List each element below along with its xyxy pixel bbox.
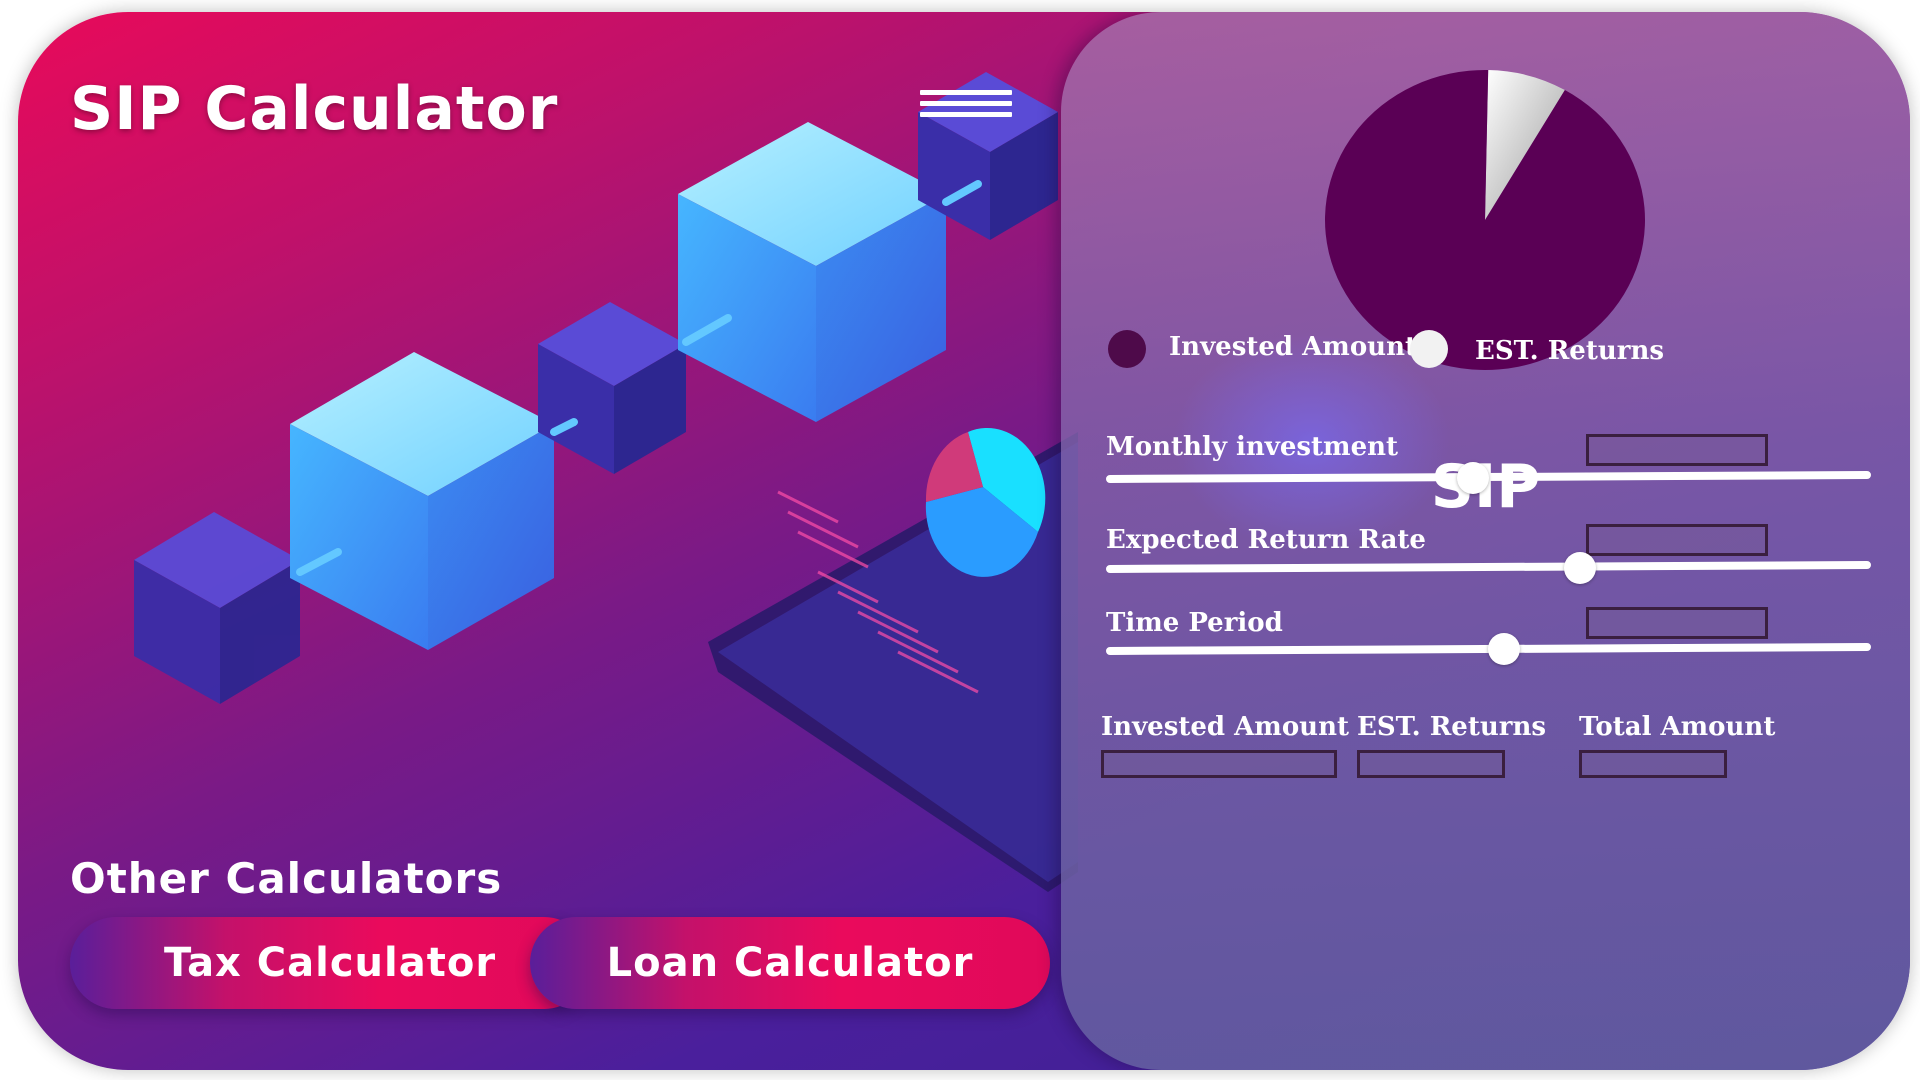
pie-slice-invested-amount [1325, 70, 1645, 371]
loan-calculator-button[interactable]: Loan Calculator [530, 917, 1050, 1009]
app-title: SIP Calculator [70, 74, 559, 144]
blockchain-illustration [134, 72, 1078, 892]
monthly-investment-label: Monthly investment [1106, 432, 1399, 462]
menu-line [920, 112, 1012, 117]
returns-legend-dot [1410, 330, 1448, 368]
time-period-label: Time Period [1106, 608, 1283, 638]
hamburger-menu-icon[interactable] [920, 90, 1012, 130]
sip-pie-chart [1325, 70, 1645, 371]
tax-calculator-button[interactable]: Tax Calculator [70, 917, 590, 1009]
summary-invested-field [1101, 750, 1337, 778]
time-period-field[interactable] [1586, 607, 1768, 639]
other-calculators-heading: Other Calculators [70, 854, 503, 903]
expected-return-rate-field[interactable] [1586, 524, 1768, 556]
summary-returns-label: EST. Returns [1357, 712, 1546, 742]
time-period-slider-thumb[interactable] [1487, 633, 1520, 665]
monthly-investment-field[interactable] [1586, 434, 1768, 466]
expected-return-rate-slider-track[interactable] [1105, 560, 1872, 574]
sip-calculator-card: SIP Calculator Other Calculators Tax Cal… [18, 12, 1910, 1070]
menu-line [920, 101, 1012, 106]
menu-line [920, 90, 1012, 95]
summary-returns-field [1357, 750, 1505, 778]
expected-return-rate-slider-thumb[interactable] [1564, 552, 1597, 584]
summary-invested-label: Invested Amount [1101, 712, 1349, 742]
expected-return-rate-label: Expected Return Rate [1106, 525, 1426, 555]
returns-legend-label: EST. Returns [1475, 336, 1664, 366]
sip-panel: Invested Amount EST. Returns SIP Monthly… [1061, 12, 1910, 1070]
invested-legend-label: Invested Amount [1169, 332, 1417, 362]
summary-total-field [1579, 750, 1727, 778]
monthly-investment-slider-thumb[interactable] [1457, 462, 1490, 494]
summary-total-label: Total Amount [1579, 712, 1776, 742]
invested-legend-dot [1108, 330, 1146, 368]
